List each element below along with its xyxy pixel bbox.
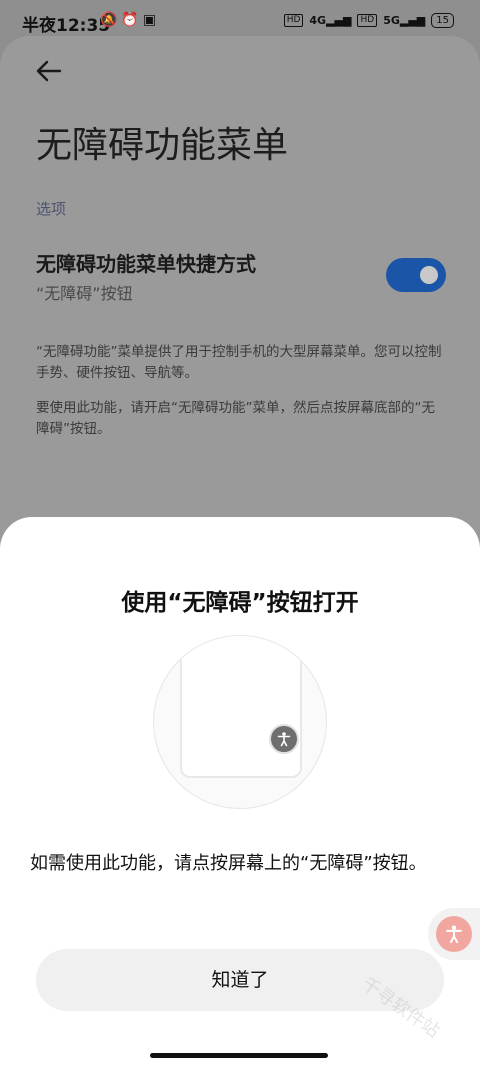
home-indicator[interactable] (150, 1053, 328, 1058)
sheet-title: 使用“无障碍”按钮打开 (121, 590, 359, 616)
sheet-instruction: 如需使用此功能，请点按屏幕上的“无障碍”按钮。 (30, 853, 427, 874)
shortcut-setting-row[interactable]: 无障碍功能菜单快捷方式 “无障碍”按钮 (36, 248, 446, 308)
status-right-icons: HD 4G▂▄▆ HD 5G▂▄▆ 15 (283, 13, 454, 28)
accessibility-floating-icon (436, 916, 472, 952)
hd-icon-2: HD (357, 14, 378, 27)
description-text-2: 要使用此功能，请开启“无障碍功能”菜单，然后点按屏幕底部的“无障碍”按钮。 (36, 400, 435, 437)
shortcut-toggle[interactable] (386, 258, 446, 292)
status-time: 半夜12:35 (22, 16, 111, 36)
floating-accessibility-button[interactable] (428, 908, 480, 960)
shortcut-title: 无障碍功能菜单快捷方式 (36, 252, 256, 276)
toggle-knob (420, 266, 438, 284)
bottom-sheet: 使用“无障碍”按钮打开 如需使用此功能，请点按屏幕上的“无障碍”按钮。 知道了 (0, 517, 480, 1066)
description-text-1: “无障碍功能”菜单提供了用于控制手机的大型屏幕菜单。您可以控制手势、硬件按钮、导… (36, 344, 442, 381)
battery-icon: 15 (431, 13, 454, 28)
section-header-options: 选项 (36, 200, 67, 218)
back-arrow-icon[interactable] (34, 56, 66, 88)
shortcut-subtitle: “无障碍”按钮 (36, 284, 133, 303)
accessibility-icon (269, 724, 299, 754)
phone-outline-illustration (180, 636, 302, 778)
signal-4g-icon: 4G▂▄▆ (309, 14, 352, 27)
illustration (153, 635, 327, 809)
status-left-icons: 🔕⏰▣ (100, 12, 161, 28)
signal-5g-icon: 5G▂▄▆ (383, 14, 426, 27)
hd-icon: HD (283, 14, 304, 27)
page-title: 无障碍功能菜单 (36, 125, 289, 166)
